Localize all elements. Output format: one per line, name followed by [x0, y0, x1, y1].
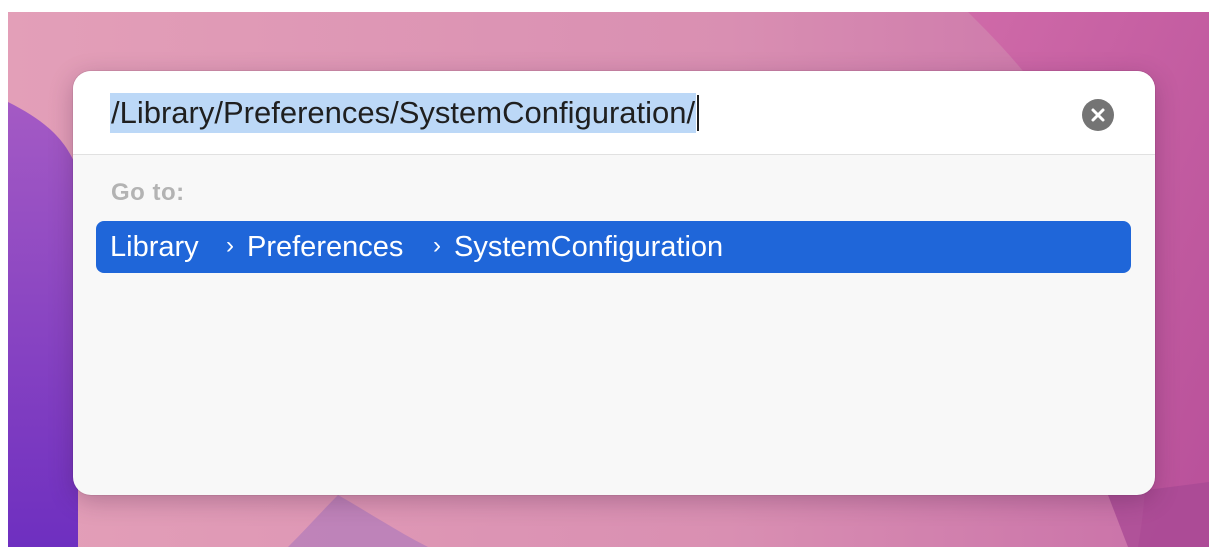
clear-button[interactable] [1082, 99, 1114, 131]
crumb-systemconfiguration: SystemConfiguration [454, 231, 724, 263]
goto-label: Go to: [111, 179, 185, 206]
text-caret [697, 95, 699, 131]
chevron-right-icon: › [226, 232, 234, 259]
path-input-value[interactable]: /Library/Preferences/SystemConfiguration… [110, 93, 697, 133]
path-suggestion-row[interactable]: Library › Preferences › SystemConfigurat… [96, 221, 1131, 273]
x-circle-icon [1091, 108, 1105, 122]
crumb-library: Library [110, 231, 199, 263]
crumb-preferences: Preferences [247, 231, 404, 263]
go-to-folder-dialog: /Library/Preferences/SystemConfiguration… [73, 71, 1155, 495]
path-input-field[interactable]: /Library/Preferences/SystemConfiguration… [73, 71, 1155, 155]
chevron-right-icon: › [433, 232, 441, 259]
